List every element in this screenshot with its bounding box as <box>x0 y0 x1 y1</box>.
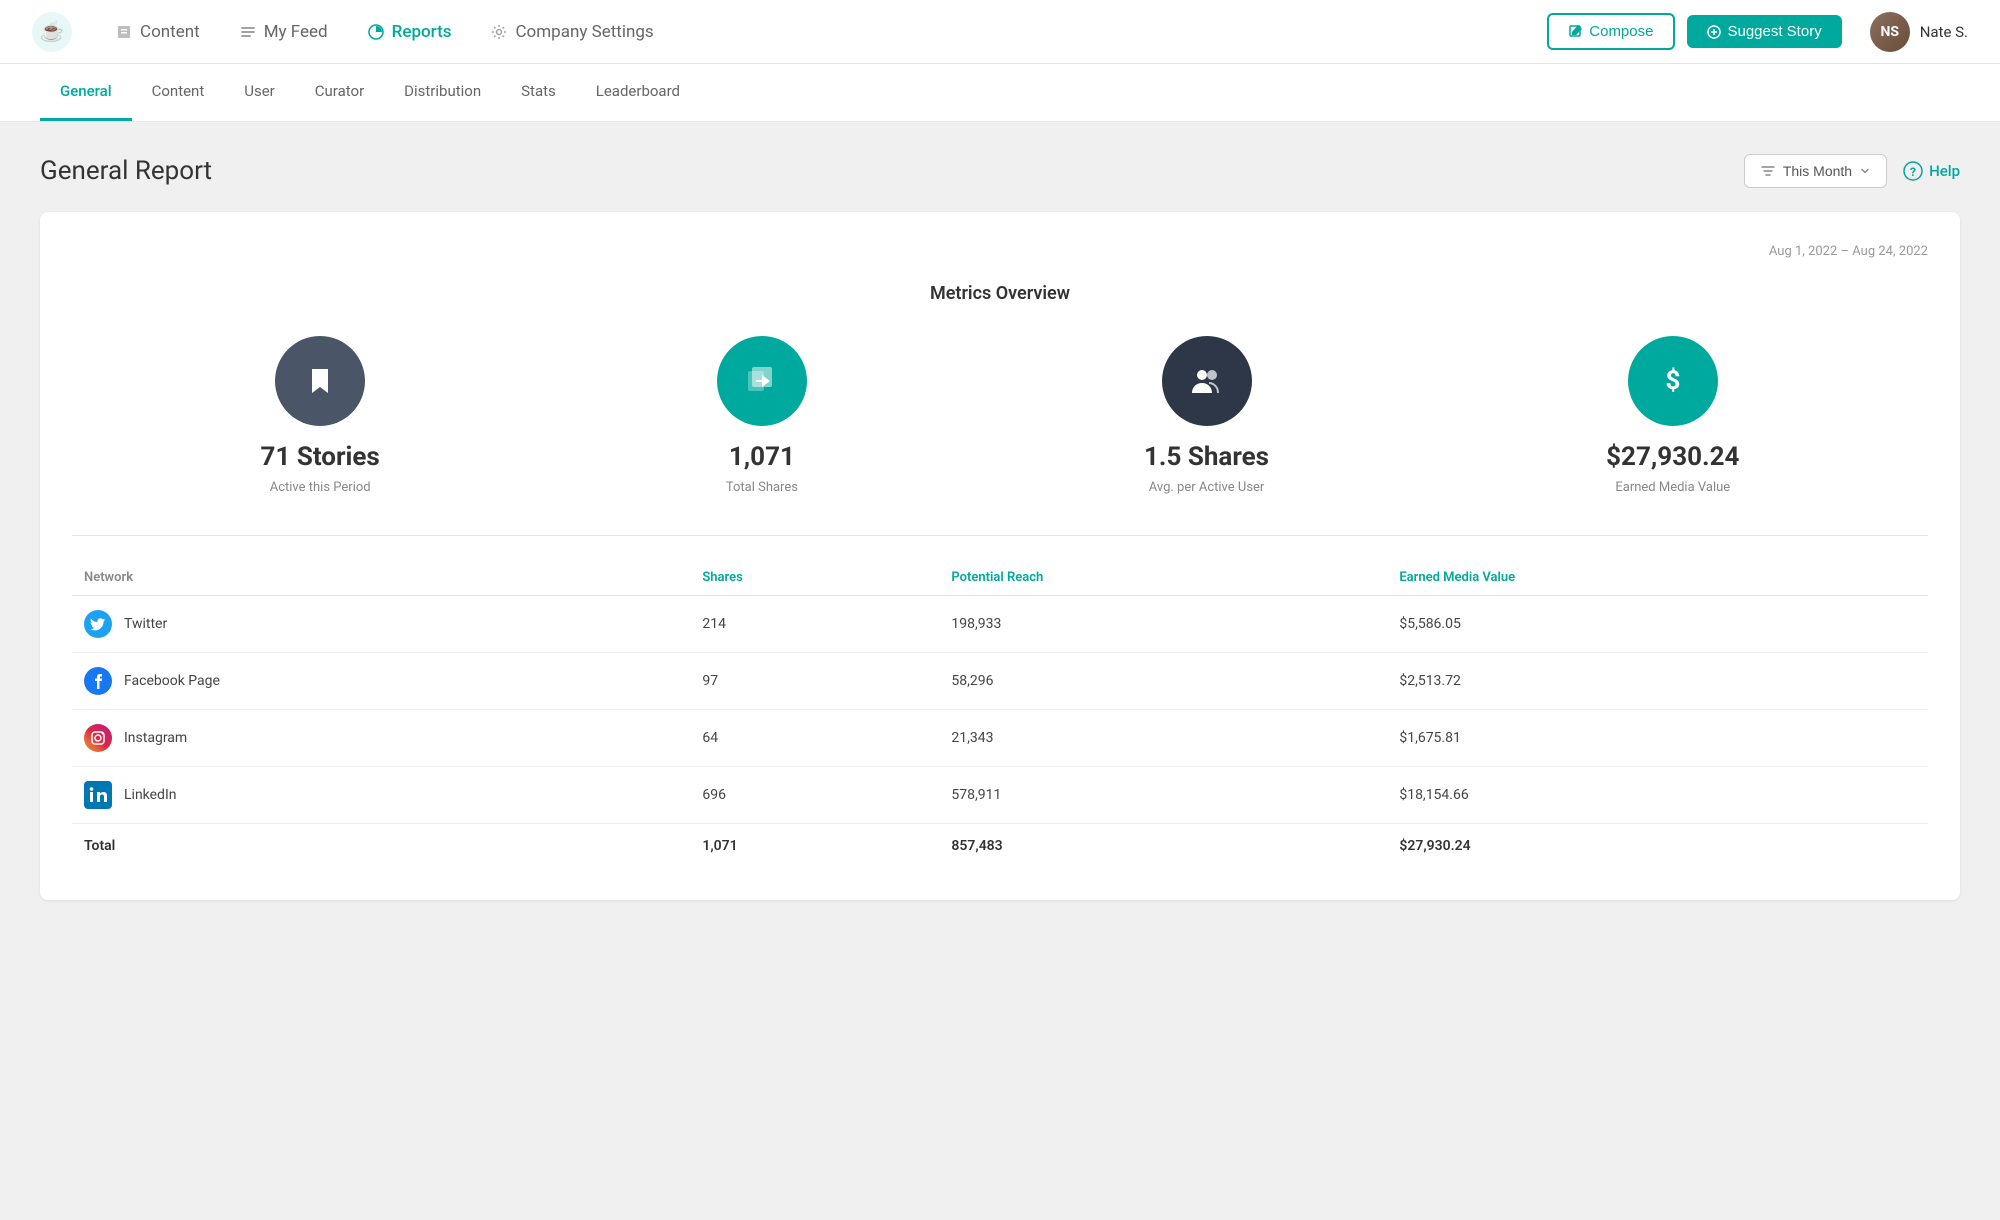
users-icon <box>1162 336 1252 426</box>
col-network: Network <box>72 560 690 596</box>
reach-cell: 198,933 <box>939 596 1387 653</box>
user-name: Nate S. <box>1920 23 1968 41</box>
suggest-story-button[interactable]: Suggest Story <box>1687 15 1841 48</box>
stories-value: 71 Stories <box>261 442 380 472</box>
metric-total-shares: 1,071 Total Shares <box>717 336 807 495</box>
metrics-grid: 71 Stories Active this Period 1,071 Tota… <box>72 336 1928 495</box>
tab-curator[interactable]: Curator <box>295 64 384 121</box>
emv-cell: $1,675.81 <box>1387 710 1928 767</box>
emv-cell: $5,586.05 <box>1387 596 1928 653</box>
shares-cell: 696 <box>690 767 939 824</box>
network-cell: Facebook Page <box>72 653 690 710</box>
total-label: Total <box>72 824 690 869</box>
stories-icon <box>275 336 365 426</box>
total-shares-label: Total Shares <box>726 480 798 495</box>
total-emv: $27,930.24 <box>1387 824 1928 869</box>
avatar: NS <box>1870 12 1910 52</box>
emv-cell: $18,154.66 <box>1387 767 1928 824</box>
table-header-row: Network Shares Potential Reach Earned Me… <box>72 560 1928 596</box>
avg-shares-label: Avg. per Active User <box>1149 480 1265 495</box>
page-title: General Report <box>40 156 212 186</box>
col-shares: Shares <box>690 560 939 596</box>
total-reach: 857,483 <box>939 824 1387 869</box>
network-icon-twitter <box>84 610 112 638</box>
tab-stats[interactable]: Stats <box>501 64 576 121</box>
emv-cell: $2,513.72 <box>1387 653 1928 710</box>
network-cell: Twitter <box>72 596 690 653</box>
nav-reports[interactable]: Reports <box>348 0 472 64</box>
tab-content[interactable]: Content <box>132 64 225 121</box>
sub-navigation: General Content User Curator Distributio… <box>0 64 2000 122</box>
table-row: Twitter 214 198,933 $5,586.05 <box>72 596 1928 653</box>
nav-company-settings[interactable]: Company Settings <box>471 0 673 64</box>
nav-links: Content My Feed Reports Company Settings <box>96 0 1547 64</box>
dollar-icon: $ <box>1628 336 1718 426</box>
network-table: Network Shares Potential Reach Earned Me… <box>72 560 1928 868</box>
reach-cell: 58,296 <box>939 653 1387 710</box>
total-shares: 1,071 <box>690 824 939 869</box>
page-header: General Report This Month ? Help <box>40 154 1960 188</box>
table-row: Instagram 64 21,343 $1,675.81 <box>72 710 1928 767</box>
total-row: Total 1,071 857,483 $27,930.24 <box>72 824 1928 869</box>
shares-cell: 64 <box>690 710 939 767</box>
col-emv: Earned Media Value <box>1387 560 1928 596</box>
shares-cell: 214 <box>690 596 939 653</box>
network-cell: Instagram <box>72 710 690 767</box>
tab-user[interactable]: User <box>224 64 295 121</box>
metric-avg-shares: 1.5 Shares Avg. per Active User <box>1144 336 1269 495</box>
avg-shares-value: 1.5 Shares <box>1144 442 1269 472</box>
total-shares-value: 1,071 <box>729 442 795 472</box>
nav-content[interactable]: Content <box>96 0 220 64</box>
shares-icon <box>717 336 807 426</box>
header-right: This Month ? Help <box>1744 154 1960 188</box>
top-navigation: ☕ Content My Feed Reports <box>0 0 2000 64</box>
table-row: LinkedIn 696 578,911 $18,154.66 <box>72 767 1928 824</box>
col-reach: Potential Reach <box>939 560 1387 596</box>
emv-label: Earned Media Value <box>1615 480 1730 495</box>
reach-cell: 578,911 <box>939 767 1387 824</box>
table-row: Facebook Page 97 58,296 $2,513.72 <box>72 653 1928 710</box>
network-cell: LinkedIn <box>72 767 690 824</box>
svg-text:$: $ <box>1665 366 1680 396</box>
network-icon-instagram <box>84 724 112 752</box>
tab-distribution[interactable]: Distribution <box>384 64 501 121</box>
metric-stories: 71 Stories Active this Period <box>261 336 380 495</box>
shares-cell: 97 <box>690 653 939 710</box>
compose-button[interactable]: Compose <box>1547 13 1675 50</box>
report-card: Aug 1, 2022 – Aug 24, 2022 Metrics Overv… <box>40 212 1960 900</box>
metric-emv: $ $27,930.24 Earned Media Value <box>1606 336 1739 495</box>
filter-button[interactable]: This Month <box>1744 154 1887 188</box>
app-logo[interactable]: ☕ <box>32 12 72 52</box>
emv-value: $27,930.24 <box>1606 442 1739 472</box>
reach-cell: 21,343 <box>939 710 1387 767</box>
metrics-title: Metrics Overview <box>72 283 1928 304</box>
help-link[interactable]: ? Help <box>1903 161 1960 181</box>
svg-text:?: ? <box>1910 165 1916 179</box>
stories-label: Active this Period <box>270 480 371 495</box>
main-content: General Report This Month ? Help Aug 1 <box>0 122 2000 1220</box>
network-icon-linkedin <box>84 781 112 809</box>
tab-leaderboard[interactable]: Leaderboard <box>576 64 700 121</box>
svg-text:☕: ☕ <box>40 19 65 43</box>
nav-actions: Compose Suggest Story NS Nate S. <box>1547 12 1968 52</box>
divider <box>72 535 1928 536</box>
nav-my-feed[interactable]: My Feed <box>220 0 348 64</box>
user-menu[interactable]: NS Nate S. <box>1870 12 1968 52</box>
network-icon-facebook <box>84 667 112 695</box>
date-range: Aug 1, 2022 – Aug 24, 2022 <box>72 244 1928 259</box>
tab-general[interactable]: General <box>40 64 132 121</box>
